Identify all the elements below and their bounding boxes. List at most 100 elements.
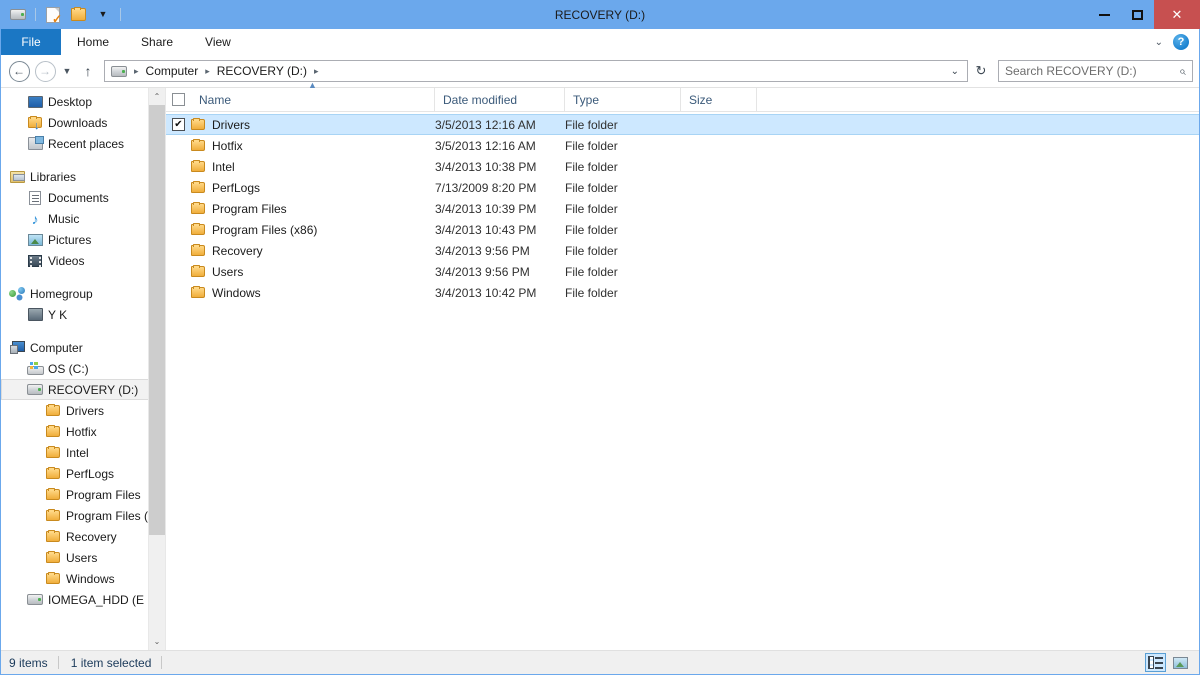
sidebar-item-recent-places[interactable]: Recent places	[1, 133, 165, 154]
column-header-date-modified[interactable]: Date modified	[435, 87, 565, 112]
breadcrumb[interactable]: ▸ Computer ▸ RECOVERY (D:) ▸ ⌄	[104, 60, 968, 82]
table-row[interactable]: ✔ Drivers 3/5/2013 12:16 AM File folder	[166, 114, 1199, 135]
sidebar-item-desktop[interactable]: Desktop	[1, 91, 165, 112]
status-divider	[57, 656, 59, 669]
breadcrumb-separator[interactable]: ▸	[310, 66, 323, 77]
row-checkbox[interactable]: ✔	[172, 118, 185, 131]
sidebar-item-program-files[interactable]: Program Files (	[1, 505, 165, 526]
sidebar-item-homegroup[interactable]: Homegroup	[1, 283, 165, 304]
cell-name: Users	[191, 265, 435, 279]
maximize-button[interactable]	[1121, 0, 1154, 29]
breadcrumb-item-computer[interactable]: Computer	[143, 64, 202, 78]
sidebar-item-intel[interactable]: Intel	[1, 442, 165, 463]
sidebar-item-pictures[interactable]: Pictures	[1, 229, 165, 250]
sidebar-item-downloads[interactable]: Downloads	[1, 112, 165, 133]
help-icon[interactable]: ?	[1173, 34, 1189, 50]
sidebar-item-label: RECOVERY (D:)	[48, 382, 139, 397]
thumbnails-view-button[interactable]	[1170, 653, 1191, 672]
navigation-tree: Desktop Downloads Recent places Libraries Do…	[1, 88, 165, 610]
cell-type: File folder	[565, 159, 618, 174]
up-button[interactable]: ↑	[77, 63, 99, 79]
back-button[interactable]: ←	[7, 59, 31, 83]
search-input[interactable]: Search RECOVERY (D:) ⌕	[998, 60, 1193, 82]
sidebar-item-computer[interactable]: Computer	[1, 337, 165, 358]
address-dropdown-icon[interactable]: ⌄	[947, 66, 963, 77]
tab-file[interactable]: File	[1, 29, 61, 55]
sidebar-scrollbar[interactable]: ⌃ ⌄	[148, 88, 165, 650]
sidebar-item-music[interactable]: ♪ Music	[1, 208, 165, 229]
column-header-type-label: Type	[573, 92, 600, 107]
sidebar-item-libraries[interactable]: Libraries	[1, 166, 165, 187]
table-row[interactable]: Program Files 3/4/2013 10:39 PM File folde…	[166, 198, 1199, 219]
tab-view[interactable]: View	[189, 29, 247, 55]
quick-access-dropdown-icon[interactable]: ▼	[93, 5, 113, 25]
table-row[interactable]: Windows 3/4/2013 10:42 PM File folder	[166, 282, 1199, 303]
file-name-label: Hotfix	[212, 138, 243, 153]
expand-ribbon-icon[interactable]: ⌄	[1155, 37, 1163, 48]
cell-date: 3/4/2013 10:43 PM	[435, 222, 537, 237]
table-row[interactable]: Recovery 3/4/2013 9:56 PM File folder	[166, 240, 1199, 261]
status-bar: 9 items 1 item selected	[1, 650, 1199, 674]
folder-icon	[45, 508, 61, 524]
sidebar-item-documents[interactable]: Documents	[1, 187, 165, 208]
content-area: Desktop Downloads Recent places Libraries Do…	[1, 80, 1199, 650]
sidebar-item-program-files[interactable]: Program Files	[1, 484, 165, 505]
sidebar-item-users[interactable]: Users	[1, 547, 165, 568]
toolbar-divider	[35, 8, 36, 21]
table-row[interactable]: Program Files (x86) 3/4/2013 10:43 PM File…	[166, 219, 1199, 240]
scrollbar-thumb[interactable]	[149, 105, 165, 535]
breadcrumb-item-recovery[interactable]: RECOVERY (D:)	[214, 64, 310, 78]
column-header-type[interactable]: Type	[565, 87, 681, 112]
column-headers: ▲ Name Date modified Type Size	[166, 80, 1199, 112]
column-header-size[interactable]: Size	[681, 87, 757, 112]
table-row[interactable]: Intel 3/4/2013 10:38 PM File folder	[166, 156, 1199, 177]
table-row[interactable]: Users 3/4/2013 9:56 PM File folder	[166, 261, 1199, 282]
close-button[interactable]: ✕	[1154, 0, 1200, 29]
row-checkbox-cell[interactable]: ✔	[166, 118, 191, 131]
sidebar-item-recovery-d[interactable]: RECOVERY (D:)	[1, 379, 165, 400]
status-divider	[161, 656, 163, 669]
new-folder-icon[interactable]	[68, 5, 88, 25]
table-row[interactable]: Hotfix 3/5/2013 12:16 AM File folder	[166, 135, 1199, 156]
tab-home[interactable]: Home	[61, 29, 125, 55]
cell-type: File folder	[565, 285, 618, 300]
cell-name: Recovery	[191, 244, 435, 258]
sidebar-item-y-k[interactable]: Y K	[1, 304, 165, 325]
window-controls: ✕	[1088, 0, 1200, 29]
minimize-button[interactable]	[1088, 0, 1121, 29]
details-view-button[interactable]	[1145, 653, 1166, 672]
breadcrumb-drive-icon	[111, 65, 127, 77]
downloads-folder-icon	[27, 115, 43, 132]
sidebar-item-hotfix[interactable]: Hotfix	[1, 421, 165, 442]
sidebar-item-videos[interactable]: Videos	[1, 250, 165, 271]
sidebar-item-perflogs[interactable]: PerfLogs	[1, 463, 165, 484]
folder-icon	[191, 223, 205, 235]
folder-icon	[45, 466, 61, 482]
column-header-name[interactable]: ▲ Name	[191, 80, 435, 112]
sidebar-item-label: PerfLogs	[66, 466, 115, 481]
sidebar-item-label: Users	[66, 550, 98, 565]
recent-locations-icon[interactable]: ▼	[59, 66, 75, 76]
sidebar-item-drivers[interactable]: Drivers	[1, 400, 165, 421]
sidebar-item-os-c[interactable]: OS (C:)	[1, 358, 165, 379]
select-all-checkbox[interactable]	[166, 88, 191, 112]
sidebar-item-windows[interactable]: Windows	[1, 568, 165, 589]
scroll-up-icon[interactable]: ⌃	[149, 88, 165, 105]
sidebar-item-label: Computer	[30, 340, 83, 355]
sidebar-item-recovery[interactable]: Recovery	[1, 526, 165, 547]
scroll-down-icon[interactable]: ⌄	[149, 633, 165, 650]
ribbon-right-controls: ⌄ ?	[1155, 29, 1199, 55]
drive-icon	[27, 592, 43, 608]
tab-share[interactable]: Share	[125, 29, 189, 55]
documents-icon	[27, 190, 43, 206]
user-icon	[27, 307, 43, 323]
table-row[interactable]: PerfLogs 7/13/2009 8:20 PM File folder	[166, 177, 1199, 198]
properties-icon[interactable]	[43, 5, 63, 25]
forward-button[interactable]: →	[33, 59, 57, 83]
sidebar-item-iomega-hdd-e[interactable]: IOMEGA_HDD (E	[1, 589, 165, 610]
cell-name: Drivers	[191, 118, 435, 132]
folder-icon	[191, 265, 205, 277]
refresh-button[interactable]: ↻	[970, 63, 992, 79]
drive-icon[interactable]	[8, 5, 28, 25]
file-rows: ✔ Drivers 3/5/2013 12:16 AM File folder Hotf…	[166, 112, 1199, 650]
